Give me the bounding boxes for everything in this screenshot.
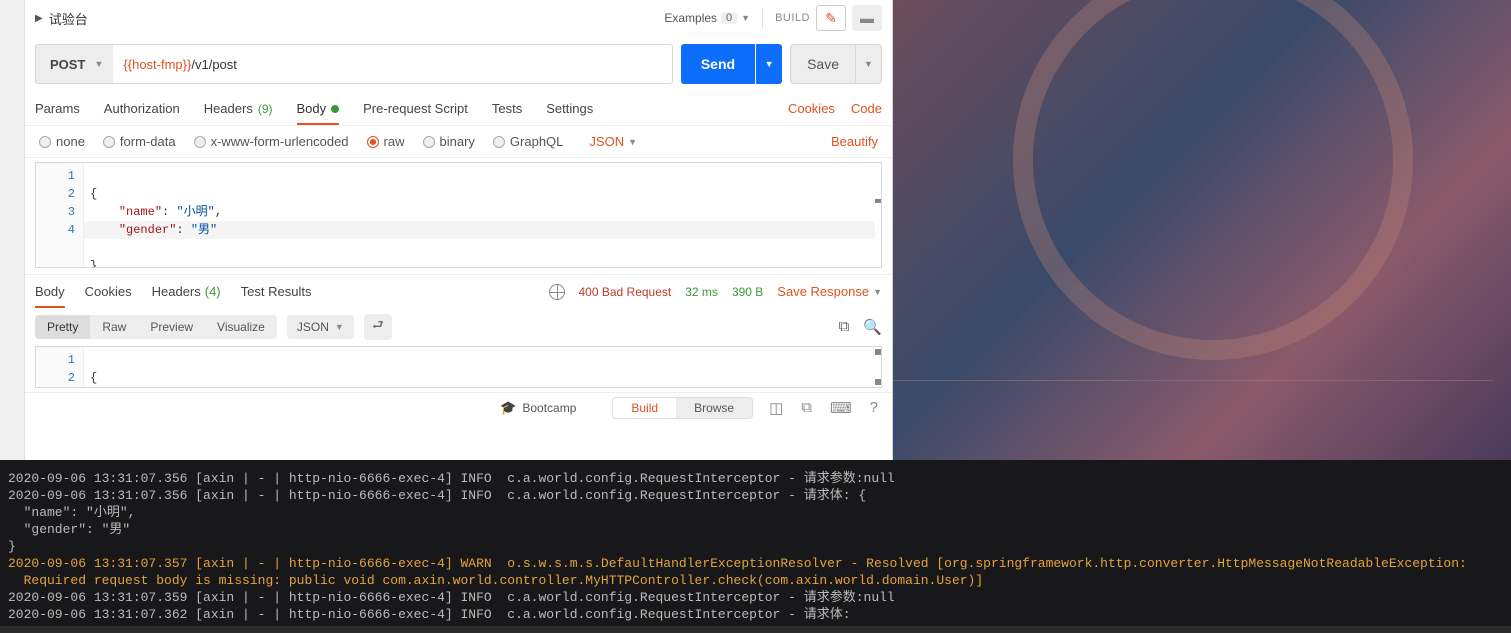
radio-raw[interactable]: raw: [367, 134, 405, 149]
chevron-down-icon: ▼: [741, 13, 750, 23]
response-tabs: Body Cookies Headers (4) Test Results 40…: [25, 274, 892, 308]
examples-count: 0: [721, 12, 737, 24]
raw-format-select[interactable]: JSON ▼: [589, 134, 637, 149]
url-input[interactable]: {{host-fmp}}/v1/post: [112, 44, 672, 84]
tab-body-label: Body: [297, 101, 327, 116]
radio-binary[interactable]: binary: [423, 134, 475, 149]
tab-params[interactable]: Params: [35, 92, 80, 125]
save-dropdown[interactable]: ▼: [856, 44, 882, 84]
http-method-select[interactable]: POST ▼: [35, 44, 113, 84]
desktop-wallpaper: [893, 0, 1511, 460]
seg-visualize[interactable]: Visualize: [205, 315, 277, 339]
save-button[interactable]: Save: [790, 44, 856, 84]
resp-tab-body[interactable]: Body: [35, 275, 65, 308]
request-body-editor[interactable]: 1 2 3 4 { "name": "小明", "gender": "男" }: [35, 162, 882, 268]
bootcamp-button[interactable]: 🎓 Bootcamp: [500, 400, 576, 416]
pencil-icon: ✎: [825, 10, 837, 27]
examples-label: Examples: [664, 11, 717, 25]
response-time: 32 ms: [685, 285, 718, 299]
seg-raw[interactable]: Raw: [90, 315, 138, 339]
chevron-down-icon: ▼: [335, 322, 344, 332]
request-titlebar: ▶ 试验台 Examples 0 ▼ BUILD ✎ ▬: [25, 0, 892, 36]
radio-none[interactable]: none: [39, 134, 85, 149]
two-pane-icon[interactable]: ◫: [769, 399, 783, 417]
tab-authorization[interactable]: Authorization: [104, 92, 180, 125]
search-icon[interactable]: 🔍: [863, 318, 882, 336]
tab-body[interactable]: Body: [297, 92, 340, 125]
postman-panel: ▶ 试验台 Examples 0 ▼ BUILD ✎ ▬ POST ▼: [0, 0, 893, 460]
send-button[interactable]: Send: [681, 44, 755, 84]
chevron-down-icon: ▼: [628, 137, 637, 147]
console-output[interactable]: 2020-09-06 13:31:07.356 [axin | - | http…: [0, 460, 1511, 633]
request-row: POST ▼ {{host-fmp}}/v1/post Send ▼ Save …: [25, 36, 892, 92]
console-panel: 2020-09-06 13:31:07.356 [axin | - | http…: [0, 460, 1511, 626]
tab-settings[interactable]: Settings: [546, 92, 593, 125]
left-side-strip: [0, 0, 25, 460]
radio-xwww[interactable]: x-www-form-urlencoded: [194, 134, 349, 149]
save-response-dropdown[interactable]: Save Response ▼: [777, 284, 882, 299]
comment-icon: ▬: [860, 10, 874, 26]
headers-count: (9): [258, 102, 273, 116]
radio-graphql[interactable]: GraphQL: [493, 134, 563, 149]
tab-prerequest[interactable]: Pre-request Script: [363, 92, 468, 125]
build-browse-toggle: Build Browse: [612, 397, 753, 419]
globe-icon[interactable]: [549, 284, 565, 300]
tab-headers-label: Headers: [204, 101, 253, 116]
wrap-lines-button[interactable]: ⮐: [364, 314, 392, 340]
keyboard-icon[interactable]: ⌨: [830, 399, 852, 417]
examples-dropdown[interactable]: Examples 0 ▼: [664, 11, 750, 25]
url-path: /v1/post: [191, 57, 237, 72]
code-link[interactable]: Code: [851, 101, 882, 116]
tab-tests[interactable]: Tests: [492, 92, 522, 125]
resp-tab-tests[interactable]: Test Results: [241, 275, 312, 308]
copy-icon[interactable]: ⧉: [839, 318, 850, 336]
line-gutter: 1 2: [36, 347, 84, 387]
url-variable: {{host-fmp}}: [123, 57, 191, 72]
statusbar: 🎓 Bootcamp Build Browse ◫ ⧉ ⌨ ?: [25, 392, 892, 422]
response-toolbar: Pretty Raw Preview Visualize JSON ▼ ⮐ ⧉ …: [25, 308, 892, 346]
body-active-dot-icon: [331, 105, 339, 113]
request-title: 试验台: [49, 9, 88, 28]
seg-preview[interactable]: Preview: [138, 315, 205, 339]
beautify-link[interactable]: Beautify: [831, 134, 878, 149]
collapse-icon[interactable]: ▶: [35, 13, 43, 24]
view-mode-segment: Pretty Raw Preview Visualize: [35, 315, 277, 339]
split-pane-icon[interactable]: ⧉: [801, 399, 812, 417]
chevron-down-icon: ▼: [94, 59, 103, 69]
cookies-link[interactable]: Cookies: [788, 101, 835, 116]
comments-button[interactable]: ▬: [852, 5, 882, 31]
tab-headers[interactable]: Headers (9): [204, 92, 273, 125]
seg-pretty[interactable]: Pretty: [35, 315, 90, 339]
graduation-cap-icon: 🎓: [500, 400, 516, 416]
help-icon[interactable]: ?: [870, 399, 878, 417]
chevron-down-icon: ▼: [873, 287, 882, 297]
resp-tab-cookies[interactable]: Cookies: [85, 275, 132, 308]
build-label: BUILD: [775, 12, 810, 24]
response-size: 390 B: [732, 285, 763, 299]
radio-form-data[interactable]: form-data: [103, 134, 176, 149]
send-dropdown[interactable]: ▼: [756, 44, 782, 84]
toggle-build[interactable]: Build: [613, 398, 676, 418]
resp-tab-headers[interactable]: Headers (4): [152, 275, 221, 308]
body-type-radios: none form-data x-www-form-urlencoded raw…: [25, 126, 892, 158]
line-gutter: 1 2 3 4: [36, 163, 84, 267]
toggle-browse[interactable]: Browse: [676, 398, 752, 418]
response-format-select[interactable]: JSON ▼: [287, 315, 354, 339]
status-code: 400 Bad Request: [579, 285, 672, 299]
response-body-editor[interactable]: 1 2 { "timestamp": "2020-09-06T05:31:07.…: [35, 346, 882, 388]
request-tabs: Params Authorization Headers (9) Body Pr…: [25, 92, 892, 126]
http-method-value: POST: [50, 57, 85, 72]
edit-button[interactable]: ✎: [816, 5, 846, 31]
